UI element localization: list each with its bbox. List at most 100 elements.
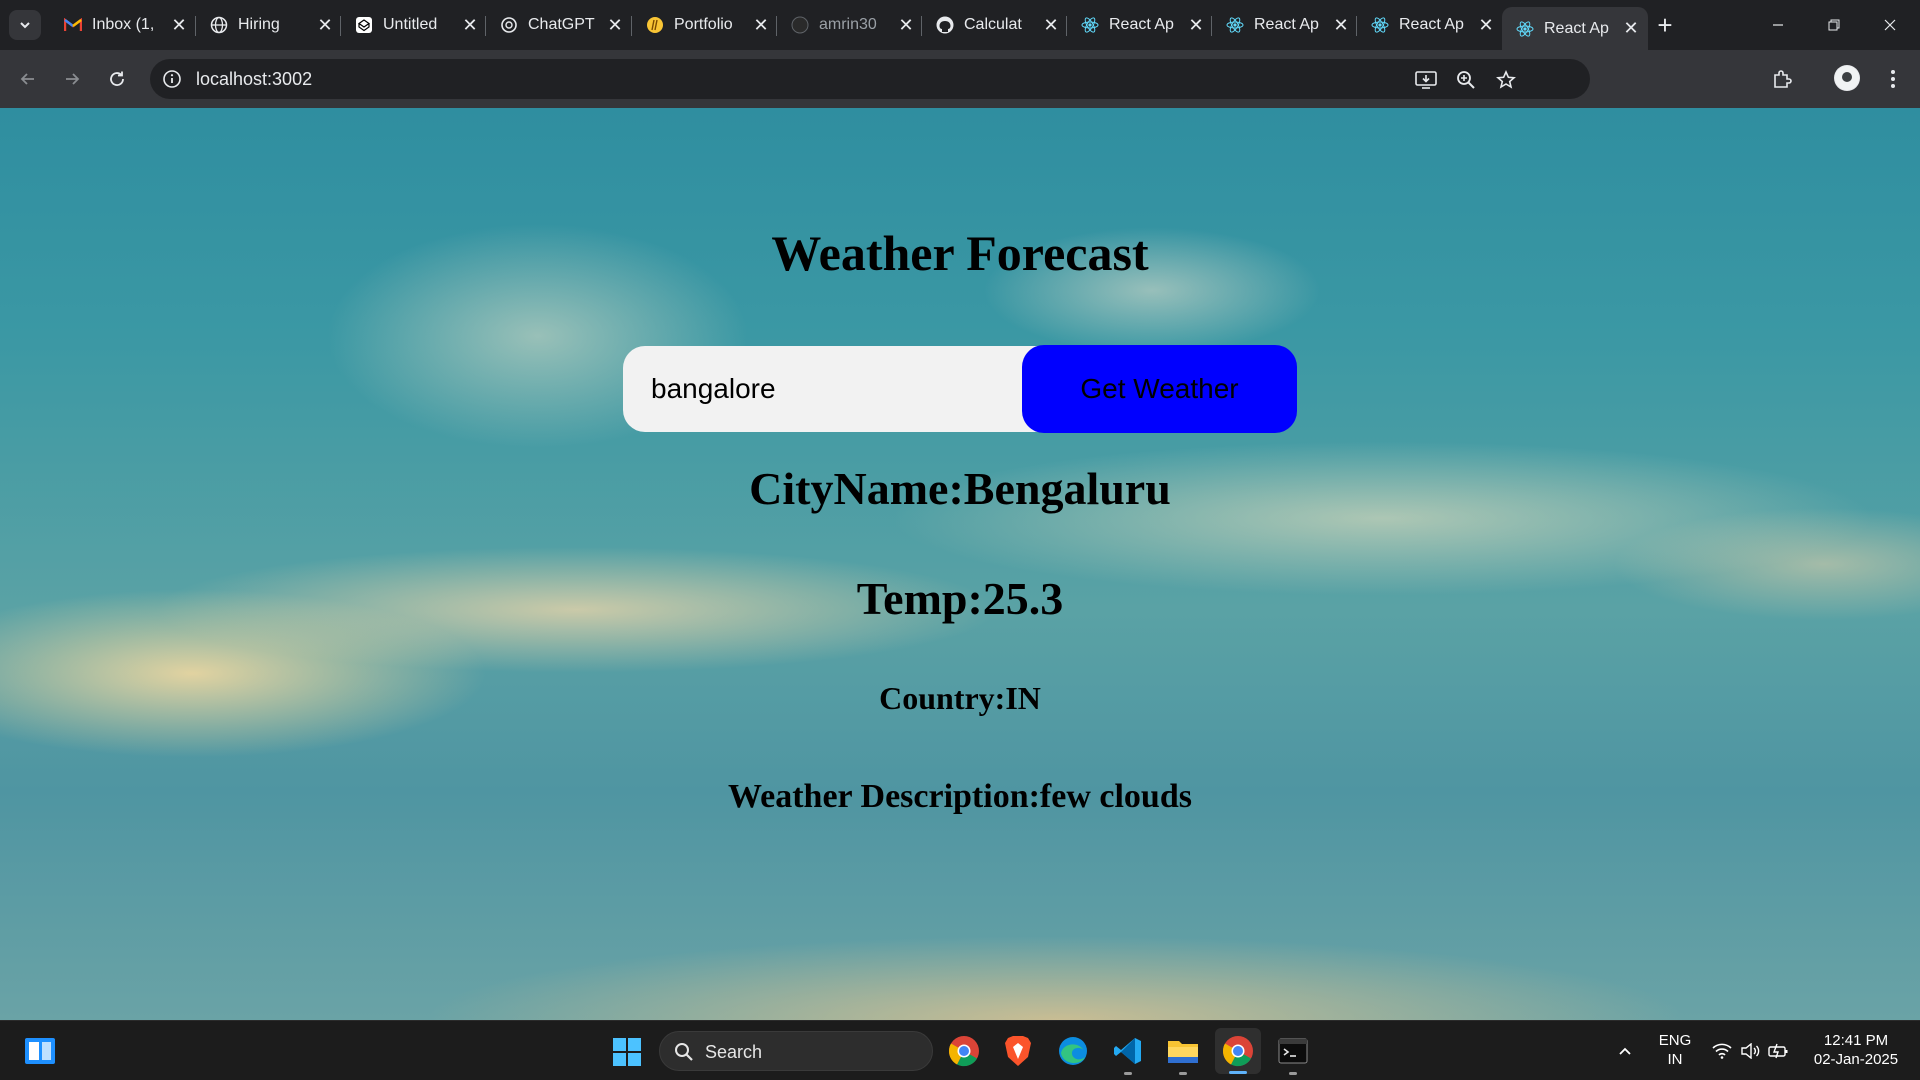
close-icon[interactable]: ✕ — [1185, 14, 1207, 36]
install-app-icon[interactable] — [1414, 68, 1438, 92]
language-indicator[interactable]: ENG IN — [1654, 1031, 1696, 1069]
close-icon[interactable]: ✕ — [1040, 14, 1062, 36]
close-icon[interactable]: ✕ — [1620, 18, 1642, 40]
extensions-button[interactable] — [1766, 63, 1798, 95]
new-tab-button[interactable]: + — [1650, 10, 1680, 40]
tab-search-button[interactable] — [9, 10, 41, 40]
taskbar-vscode[interactable] — [1108, 1031, 1148, 1075]
kebab-menu-icon — [1891, 70, 1895, 88]
search-label: Search — [705, 1042, 763, 1062]
forward-button[interactable] — [56, 63, 88, 95]
tab-label: React Ap — [1254, 16, 1319, 33]
close-icon[interactable]: ✕ — [1330, 14, 1352, 36]
tab-label: ChatGPT — [528, 16, 595, 33]
close-icon[interactable]: ✕ — [895, 14, 917, 36]
restore-button[interactable] — [1806, 0, 1862, 50]
taskbar-chrome[interactable] — [944, 1031, 984, 1071]
back-button[interactable] — [12, 63, 44, 95]
city-search-input[interactable] — [623, 346, 1043, 432]
tab-react-3[interactable]: React Ap ✕ — [1357, 7, 1503, 43]
battery-icon[interactable] — [1766, 1031, 1790, 1071]
close-icon[interactable]: ✕ — [459, 14, 481, 36]
clock[interactable]: 12:41 PM 02-Jan-2025 — [1806, 1031, 1906, 1069]
get-weather-button[interactable]: Get Weather — [1022, 345, 1297, 433]
tab-chatgpt[interactable]: ChatGPT ✕ — [486, 7, 632, 43]
tab-label: amrin30 — [819, 16, 877, 33]
minimize-icon — [1773, 24, 1783, 26]
chatgpt-icon — [500, 16, 518, 34]
taskbar-edge[interactable] — [1053, 1031, 1093, 1071]
search-icon — [675, 1043, 693, 1061]
volume-icon[interactable] — [1738, 1031, 1762, 1071]
language-code: ENG — [1658, 1032, 1692, 1049]
site-info-icon[interactable] — [162, 69, 182, 89]
url-text: localhost:3002 — [196, 69, 313, 89]
weather-description-text: Weather Description:few clouds — [728, 778, 1192, 815]
region-code: IN — [1667, 1051, 1683, 1068]
minimize-button[interactable] — [1750, 0, 1806, 50]
puzzle-icon — [1774, 70, 1792, 88]
github-icon — [936, 16, 954, 34]
arrow-right-icon — [66, 73, 80, 85]
restore-icon — [1828, 19, 1840, 31]
portfolio-icon — [646, 16, 664, 34]
tab-label: React Ap — [1109, 16, 1174, 33]
bookmark-star-icon[interactable] — [1494, 68, 1518, 92]
close-icon[interactable]: ✕ — [314, 14, 336, 36]
tab-react-1[interactable]: React Ap ✕ — [1067, 7, 1213, 43]
zoom-icon[interactable] — [1454, 68, 1478, 92]
gmail-icon — [64, 16, 82, 34]
react-icon — [1081, 16, 1099, 34]
react-icon — [1371, 16, 1389, 34]
chevron-up-icon — [1619, 1047, 1631, 1055]
temperature-text: Temp:25.3 — [856, 573, 1064, 624]
tab-untitled[interactable]: Untitled ✕ — [341, 7, 487, 43]
react-icon — [1226, 16, 1244, 34]
tab-label: React Ap — [1399, 16, 1464, 33]
close-window-button[interactable] — [1862, 0, 1918, 50]
profile-avatar[interactable] — [1834, 65, 1860, 91]
chrome-icon — [1222, 1036, 1253, 1067]
tab-react-2[interactable]: React Ap ✕ — [1212, 7, 1358, 43]
vscode-icon — [1114, 1038, 1141, 1064]
edge-icon — [1059, 1037, 1087, 1065]
tab-amrin[interactable]: amrin30 ✕ — [777, 7, 923, 43]
taskbar-chrome-active[interactable] — [1215, 1028, 1261, 1074]
date-text: 02-Jan-2025 — [1813, 1051, 1899, 1068]
close-icon[interactable]: ✕ — [1475, 14, 1497, 36]
tab-hiring[interactable]: Hiring ✕ — [196, 7, 342, 43]
tab-calculator[interactable]: Calculat ✕ — [922, 7, 1068, 43]
tab-label: Portfolio — [674, 16, 733, 33]
city-name-text: CityName:Bengaluru — [749, 463, 1171, 514]
show-hidden-icons-button[interactable] — [1613, 1031, 1637, 1071]
terminal-icon — [1278, 1038, 1308, 1064]
tab-react-active[interactable]: React Ap ✕ — [1502, 7, 1648, 50]
reload-button[interactable] — [101, 63, 133, 95]
chrome-icon — [948, 1036, 979, 1067]
close-icon[interactable]: ✕ — [168, 14, 190, 36]
tab-label: React Ap — [1544, 19, 1609, 37]
address-bar[interactable]: localhost:3002 — [150, 59, 1590, 99]
tab-gmail[interactable]: Inbox (1, ✕ — [50, 7, 196, 43]
taskbar-terminal[interactable] — [1273, 1031, 1313, 1075]
windows-start-icon[interactable] — [612, 1037, 642, 1067]
tab-portfolio[interactable]: Portfolio ✕ — [632, 7, 778, 43]
taskbar-file-explorer[interactable] — [1163, 1031, 1203, 1075]
windows-taskbar: Search ENG IN 12:41 PM 02-Jan-2025 — [0, 1020, 1920, 1080]
codepen-icon — [355, 16, 373, 34]
globe-icon — [210, 16, 228, 34]
arrow-left-icon — [20, 73, 34, 85]
browser-menu-button[interactable] — [1877, 63, 1909, 95]
time-text: 12:41 PM — [1823, 1032, 1889, 1049]
taskbar-brave[interactable] — [998, 1031, 1038, 1071]
wifi-icon[interactable] — [1710, 1031, 1734, 1071]
taskbar-search[interactable]: Search — [659, 1031, 933, 1071]
close-icon[interactable]: ✕ — [604, 14, 626, 36]
folder-icon — [1168, 1041, 1198, 1063]
browser-tab-strip: Inbox (1, ✕ Hiring ✕ Untitled ✕ ChatGPT … — [0, 0, 1920, 50]
react-icon — [1516, 20, 1534, 38]
weather-app-page: Weather Forecast Get Weather CityName:Be… — [0, 108, 1920, 1020]
page-title: Weather Forecast — [771, 225, 1149, 281]
widgets-icon[interactable] — [24, 1037, 56, 1065]
close-icon[interactable]: ✕ — [750, 14, 772, 36]
